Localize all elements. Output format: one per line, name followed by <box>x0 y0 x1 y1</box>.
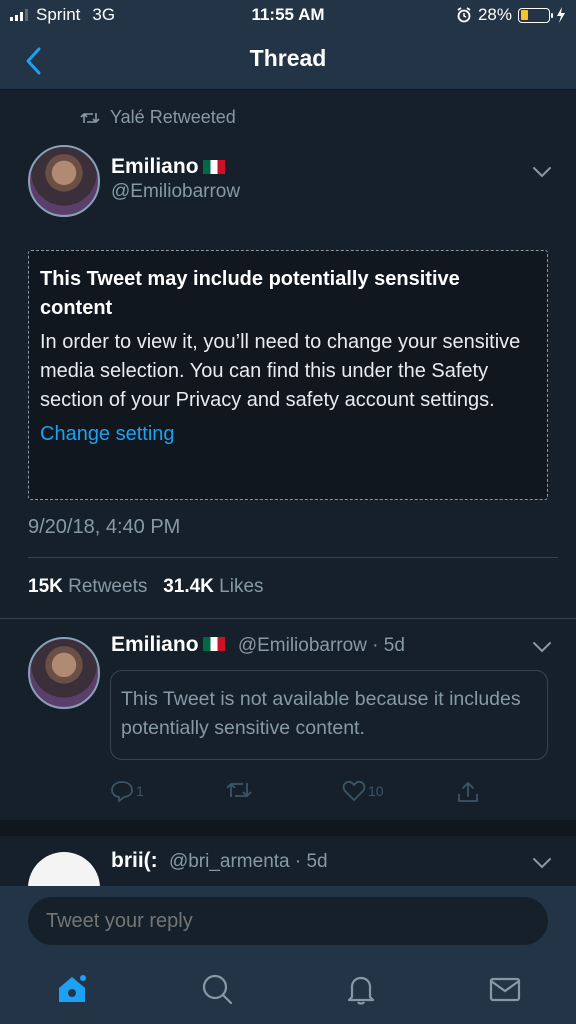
reply-input[interactable] <box>28 897 548 945</box>
handle-time: @Emiliobarrow · 5d <box>237 635 405 656</box>
reply-header[interactable]: Emiliano @Emiliobarrow · 5d <box>111 633 405 657</box>
retweets-label: Retweets <box>68 576 148 597</box>
avatar[interactable] <box>28 637 100 709</box>
avatar[interactable] <box>28 145 100 217</box>
tab-bar <box>0 956 576 1024</box>
tweet-timestamp: 9/20/18, 4:40 PM <box>28 516 181 538</box>
share-button[interactable] <box>456 780 480 804</box>
section-separator <box>0 820 576 836</box>
like-button[interactable]: 10 <box>342 780 384 802</box>
search-icon[interactable] <box>200 972 234 1006</box>
reply-button[interactable]: 1 <box>110 780 144 802</box>
nav-bar: Thread <box>0 32 576 90</box>
notice-body: In order to view it, you’ll need to chan… <box>40 331 521 411</box>
notifications-icon[interactable] <box>344 972 378 1006</box>
chevron-down-icon[interactable] <box>532 641 552 653</box>
likes-stat[interactable]: 31.4K Likes <box>163 576 263 597</box>
reply-icon <box>111 781 133 802</box>
tweet-actions: 1 10 <box>110 780 490 808</box>
sensitive-content-notice: This Tweet may include potentially sensi… <box>28 250 548 500</box>
share-icon <box>458 782 478 802</box>
status-bar: Sprint 3G 11:55 AM 28% <box>0 0 576 32</box>
messages-icon[interactable] <box>488 972 522 1006</box>
reply-composer-bar <box>0 886 576 956</box>
chevron-down-icon[interactable] <box>532 857 552 869</box>
display-name: Emiliano <box>111 633 199 656</box>
reply-count: 1 <box>136 783 144 799</box>
likes-label: Likes <box>219 576 264 597</box>
retweet-context[interactable]: Yalé Retweeted <box>80 107 236 128</box>
retweet-button[interactable] <box>226 780 252 800</box>
tweet-stats: 15K Retweets 31.4K Likes <box>28 576 264 598</box>
chevron-down-icon[interactable] <box>532 166 552 178</box>
retweet-icon <box>226 783 252 797</box>
home-icon[interactable] <box>55 972 89 1006</box>
handle[interactable]: @Emiliobarrow <box>111 181 240 203</box>
battery-percent: 28% <box>477 5 512 24</box>
change-setting-link[interactable]: Change setting <box>40 423 536 446</box>
display-name: brii(: <box>111 849 158 872</box>
divider <box>28 557 558 558</box>
handle-time: @bri_armenta · 5d <box>168 851 328 872</box>
retweets-stat[interactable]: 15K Retweets <box>28 576 147 597</box>
page-title: Thread <box>249 45 327 71</box>
charging-bolt-icon <box>557 7 565 23</box>
unavailable-tweet-notice: This Tweet is not available because it i… <box>110 670 548 760</box>
likes-count: 31.4K <box>163 576 214 597</box>
third-tweet-header[interactable]: brii(: @bri_armenta · 5d <box>111 849 328 873</box>
divider <box>0 618 576 619</box>
like-count: 10 <box>368 783 384 799</box>
battery-icon <box>518 7 553 23</box>
alarm-icon <box>457 7 471 23</box>
display-name: Emiliano <box>111 155 199 178</box>
retweet-icon <box>80 112 100 123</box>
mexico-flag-icon <box>202 159 225 174</box>
retweets-count: 15K <box>28 576 63 597</box>
notice-title: This Tweet may include potentially sensi… <box>40 268 460 319</box>
retweet-context-label: Yalé Retweeted <box>110 107 236 127</box>
mexico-flag-icon <box>202 636 225 651</box>
like-icon <box>342 780 366 802</box>
author-name[interactable]: Emiliano <box>111 155 225 179</box>
